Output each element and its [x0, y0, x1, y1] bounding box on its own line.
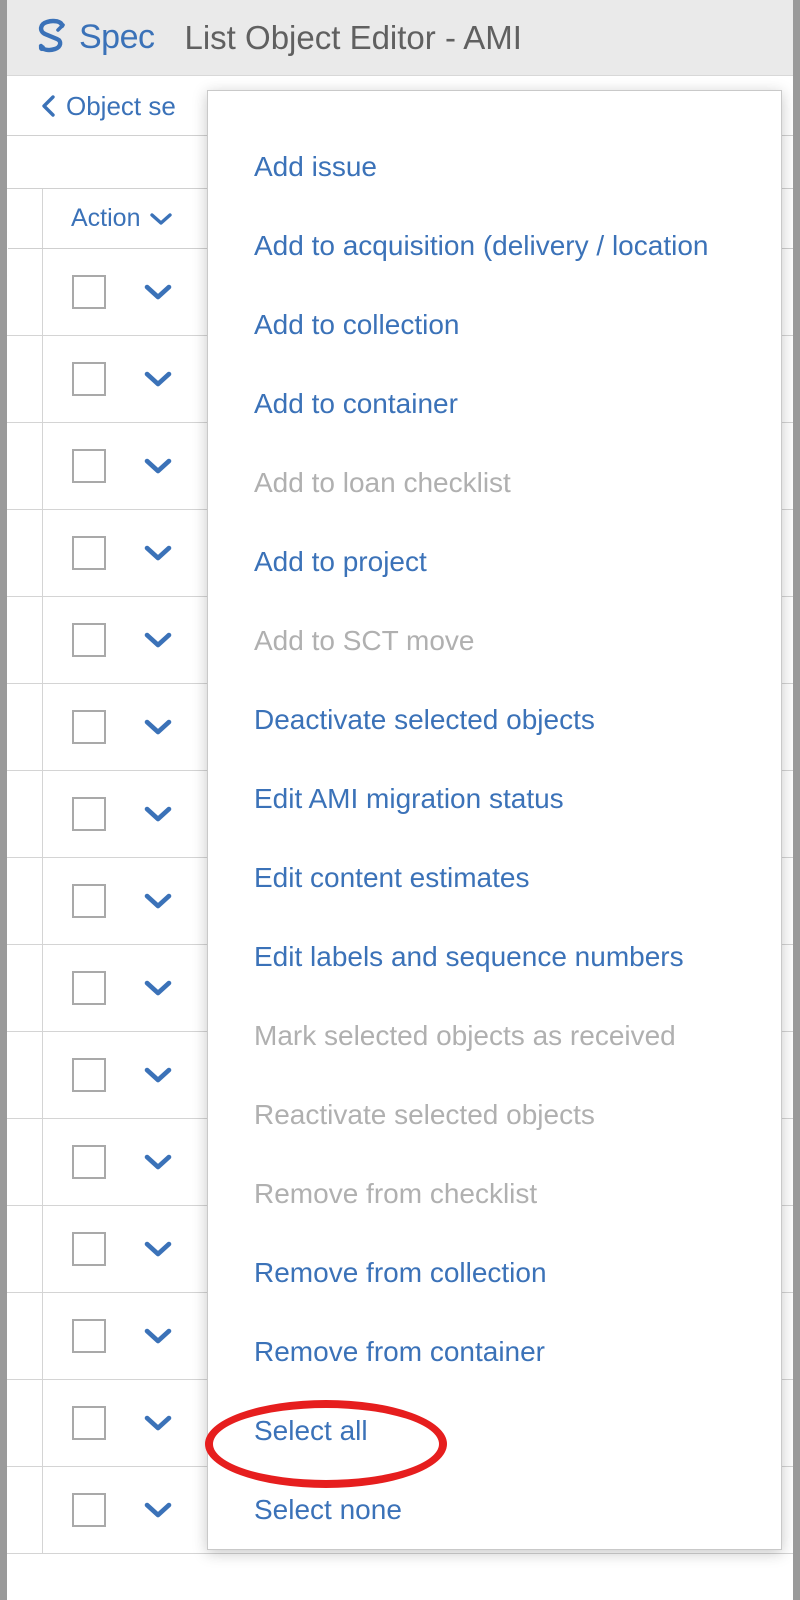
- menu-item-add-to-acquisition-delivery-location[interactable]: Add to acquisition (delivery / location: [208, 206, 781, 285]
- menu-item-remove-from-container[interactable]: Remove from container: [208, 1312, 781, 1391]
- row-gutter: [7, 510, 43, 596]
- chevron-down-icon[interactable]: [144, 979, 172, 997]
- chevron-down-icon[interactable]: [144, 718, 172, 736]
- row-gutter: [7, 1032, 43, 1118]
- chevron-down-icon[interactable]: [144, 370, 172, 388]
- menu-item-add-to-collection[interactable]: Add to collection: [208, 285, 781, 364]
- column-header-action-label: Action: [71, 204, 141, 232]
- chevron-left-icon: [40, 94, 56, 118]
- chevron-down-icon[interactable]: [144, 631, 172, 649]
- action-dropdown-menu: Add issue Add to acquisition (delivery / …: [207, 90, 782, 1550]
- menu-item-remove-from-checklist: Remove from checklist: [254, 1177, 538, 1209]
- menu-item-edit-ami-migration-status[interactable]: Edit AMI migration status: [208, 759, 781, 838]
- row-select-checkbox[interactable]: [72, 1145, 106, 1179]
- row-gutter: [7, 858, 43, 944]
- row-gutter: [7, 684, 43, 770]
- row-gutter: [7, 1380, 43, 1466]
- chevron-down-icon[interactable]: [144, 892, 172, 910]
- row-select-checkbox[interactable]: [72, 623, 106, 657]
- row-gutter: [7, 249, 43, 335]
- menu-item-remove-from-collection[interactable]: Remove from collection: [208, 1233, 781, 1312]
- row-select-checkbox[interactable]: [72, 536, 106, 570]
- row-gutter: [7, 771, 43, 857]
- menu-item-select-all[interactable]: Select all: [208, 1391, 781, 1470]
- table-header-gutter: [7, 189, 43, 248]
- chevron-down-icon[interactable]: [144, 283, 172, 301]
- chevron-down-icon[interactable]: [144, 1501, 172, 1519]
- row-select-checkbox[interactable]: [72, 1319, 106, 1353]
- chevron-down-icon[interactable]: [144, 1153, 172, 1171]
- row-select-checkbox[interactable]: [72, 362, 106, 396]
- brand-name: Spec: [79, 18, 155, 56]
- row-select-checkbox[interactable]: [72, 1058, 106, 1092]
- breadcrumb-back-link[interactable]: Object se: [40, 91, 176, 122]
- menu-item-add-to-sct-move: Add to SCT move: [254, 624, 475, 656]
- row-gutter: [7, 1119, 43, 1205]
- chevron-down-icon: [150, 212, 173, 226]
- row-gutter: [7, 945, 43, 1031]
- row-select-checkbox[interactable]: [72, 275, 106, 309]
- menu-item-edit-content-estimates[interactable]: Edit content estimates: [208, 838, 781, 917]
- row-gutter: [7, 1206, 43, 1292]
- menu-item-select-none[interactable]: Select none: [208, 1470, 781, 1549]
- spec-s-arrow-logo-icon: [35, 18, 69, 58]
- chevron-down-icon[interactable]: [144, 1327, 172, 1345]
- menu-caret-left-icon: [7, 232, 8, 276]
- chevron-down-icon[interactable]: [144, 1066, 172, 1084]
- row-select-checkbox[interactable]: [72, 797, 106, 831]
- chevron-down-icon[interactable]: [144, 457, 172, 475]
- row-select-checkbox[interactable]: [72, 449, 106, 483]
- page-title: List Object Editor - AMI: [184, 18, 522, 56]
- row-select-checkbox[interactable]: [72, 884, 106, 918]
- menu-item-add-to-project[interactable]: Add to project: [208, 522, 781, 601]
- row-select-checkbox[interactable]: [72, 1406, 106, 1440]
- chevron-down-icon[interactable]: [144, 805, 172, 823]
- breadcrumb-label: Object se: [66, 90, 176, 121]
- row-select-checkbox[interactable]: [72, 1493, 106, 1527]
- app-header: Spec List Object Editor - AMI: [7, 0, 793, 76]
- menu-item-add-issue[interactable]: Add issue: [208, 127, 781, 206]
- chevron-down-icon[interactable]: [144, 544, 172, 562]
- row-select-checkbox[interactable]: [72, 710, 106, 744]
- menu-item-add-to-container[interactable]: Add to container: [208, 364, 781, 443]
- row-gutter: [7, 597, 43, 683]
- row-select-checkbox[interactable]: [72, 971, 106, 1005]
- menu-item-deactivate-selected-objects[interactable]: Deactivate selected objects: [208, 680, 781, 759]
- menu-item-reactivate-selected-objects: Reactivate selected objects: [254, 1098, 595, 1130]
- row-gutter: [7, 336, 43, 422]
- app-window: Spec List Object Editor - AMI Object se …: [0, 0, 800, 1600]
- menu-item-edit-labels-and-sequence-numbers[interactable]: Edit labels and sequence numbers: [208, 917, 781, 996]
- menu-item-add-to-loan-checklist: Add to loan checklist: [254, 466, 511, 498]
- row-gutter: [7, 1467, 43, 1553]
- chevron-down-icon[interactable]: [144, 1240, 172, 1258]
- row-gutter: [7, 1293, 43, 1379]
- row-select-checkbox[interactable]: [72, 1232, 106, 1266]
- chevron-down-icon[interactable]: [144, 1414, 172, 1432]
- brand-logo[interactable]: Spec: [35, 18, 155, 58]
- row-gutter: [7, 423, 43, 509]
- menu-item-mark-selected-objects-as-received: Mark selected objects as received: [254, 1019, 676, 1051]
